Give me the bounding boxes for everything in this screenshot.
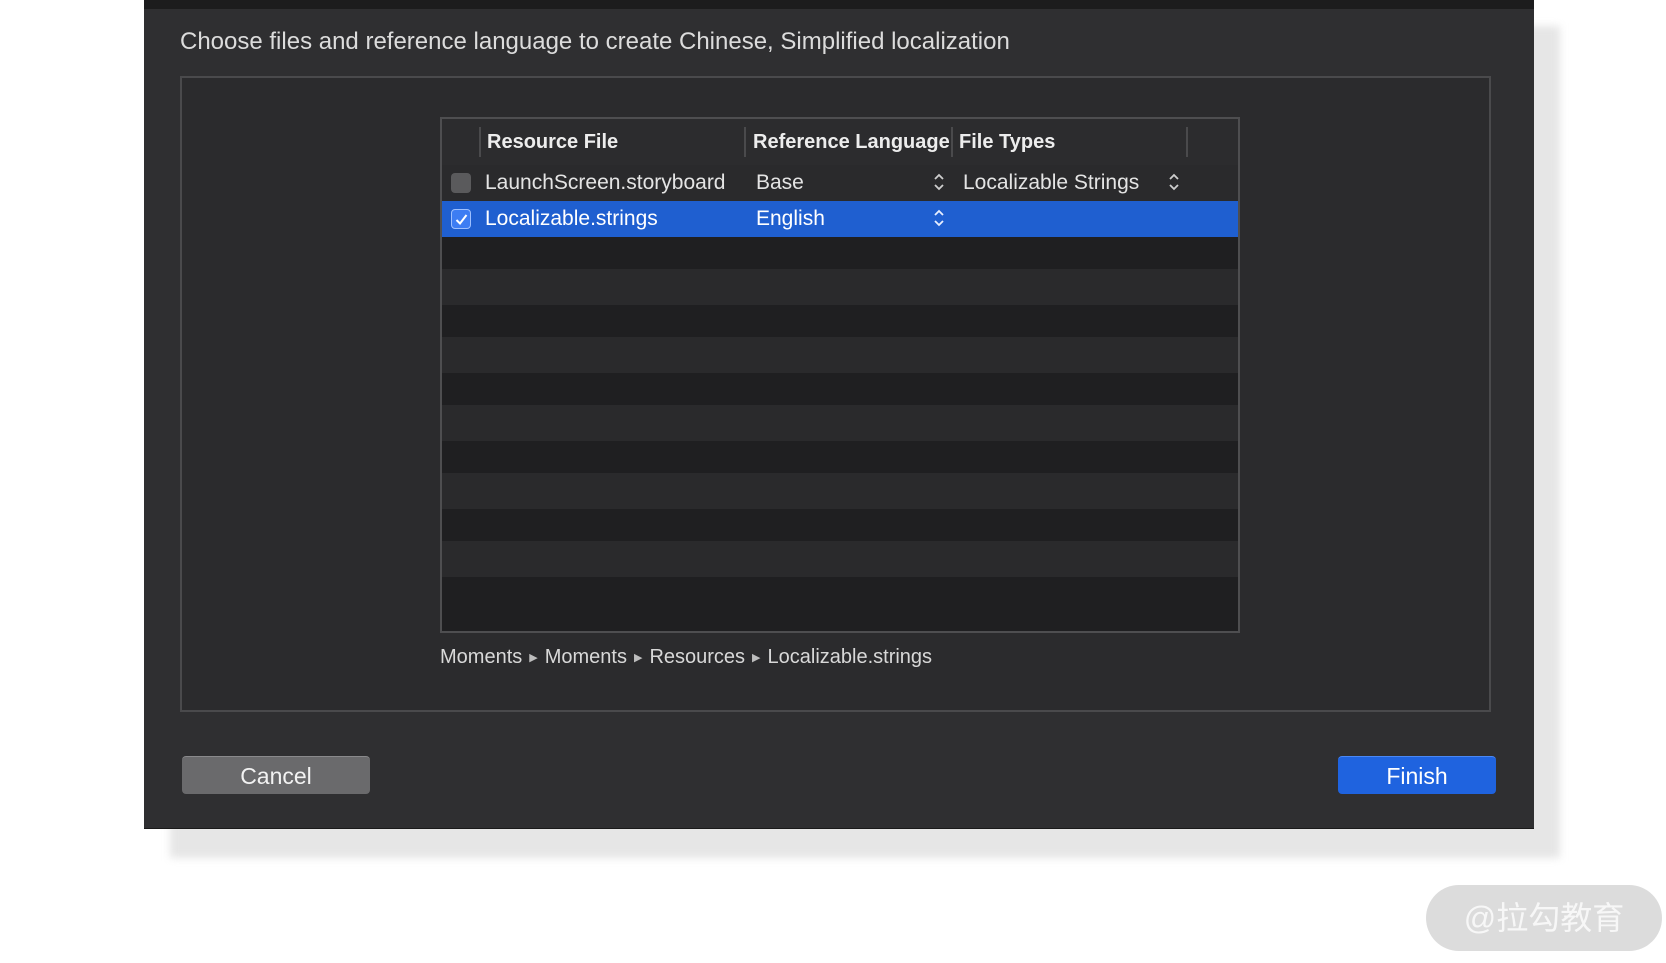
resource-file-name: LaunchScreen.storyboard [485, 171, 726, 194]
localization-sheet: Choose files and reference language to c… [144, 0, 1534, 829]
column-separator [951, 127, 953, 157]
path-segment: Moments [440, 646, 523, 668]
reference-language-popup[interactable]: English [756, 201, 825, 237]
checkmark-icon [455, 214, 468, 226]
file-type-popup[interactable]: Localizable Strings [963, 165, 1139, 201]
path-segment: Resources [649, 646, 746, 668]
triangle-right-icon: ▶ [529, 652, 538, 665]
column-separator [479, 127, 481, 157]
empty-row [442, 337, 1238, 373]
path-segment: Moments [544, 646, 627, 668]
include-checkbox[interactable] [451, 173, 471, 193]
table-row[interactable]: LaunchScreen.storyboard Base Localizable… [442, 165, 1238, 201]
column-separator [744, 127, 746, 157]
column-header-resource-file[interactable]: Resource File [487, 119, 618, 165]
include-checkbox[interactable] [451, 209, 471, 229]
resource-table: Resource File Reference Language File Ty… [440, 117, 1240, 633]
column-header-file-types[interactable]: File Types [959, 119, 1055, 165]
content-box: Resource File Reference Language File Ty… [180, 76, 1491, 712]
triangle-right-icon: ▶ [752, 652, 761, 665]
empty-row [442, 473, 1238, 509]
chevron-up-down-icon[interactable] [932, 171, 946, 193]
triangle-right-icon: ▶ [633, 652, 643, 665]
finish-button[interactable]: Finish [1338, 756, 1496, 794]
file-path-breadcrumb: Moments ▶ Moments ▶ Resources ▶ Localizable.st… [440, 646, 932, 669]
column-header-reference-language[interactable]: Reference Language [753, 119, 950, 165]
column-separator [1186, 127, 1188, 157]
watermark-logo: @拉勾教育 [1426, 885, 1662, 951]
empty-row [442, 269, 1238, 305]
empty-row [442, 541, 1238, 577]
sheet-heading: Choose files and reference language to c… [180, 28, 1010, 55]
table-header: Resource File Reference Language File Ty… [442, 119, 1238, 166]
table-row-selected[interactable]: Localizable.strings English [442, 201, 1238, 237]
empty-row [442, 405, 1238, 441]
sheet-top-edge [144, 0, 1534, 9]
chevron-up-down-icon[interactable] [1167, 171, 1181, 193]
reference-language-popup[interactable]: Base [756, 165, 804, 201]
cancel-button[interactable]: Cancel [182, 756, 370, 794]
chevron-up-down-icon[interactable] [932, 207, 946, 229]
path-segment: Localizable.strings [767, 646, 933, 668]
resource-file-name: Localizable.strings [485, 207, 658, 230]
